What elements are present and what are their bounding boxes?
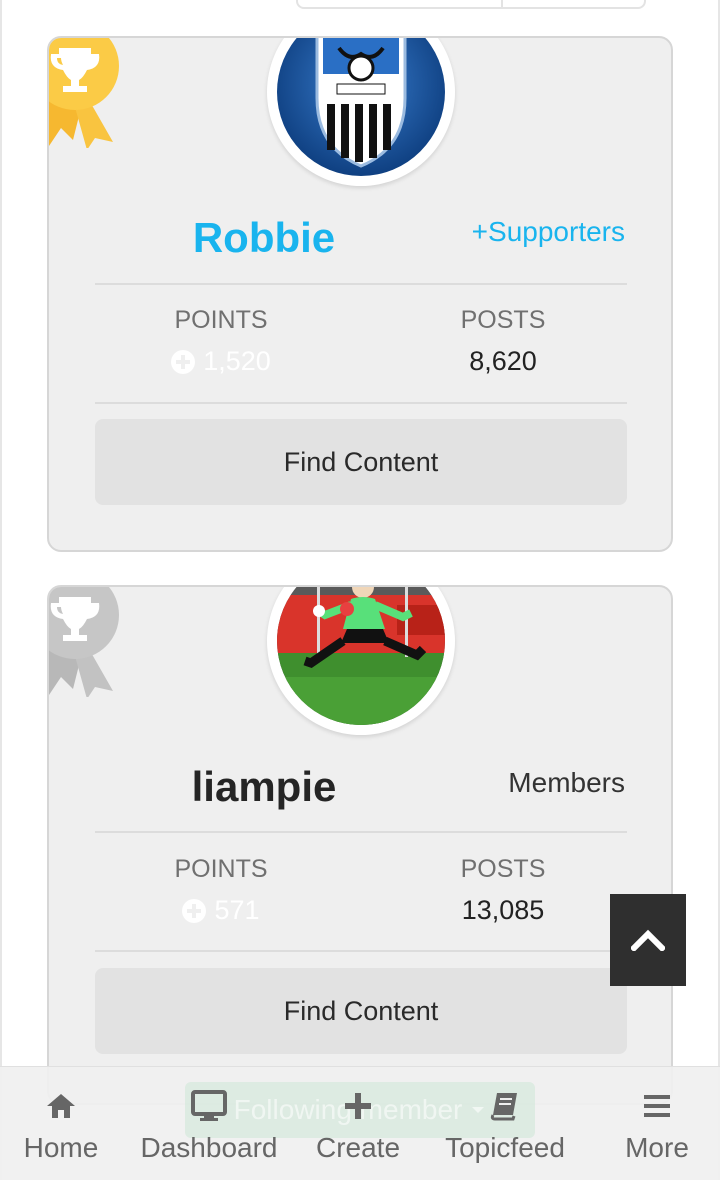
- nav-create[interactable]: Create: [310, 1090, 406, 1164]
- find-content-button[interactable]: Find Content: [95, 968, 627, 1054]
- member-group: +Supporters: [471, 216, 625, 247]
- divider: [95, 283, 627, 285]
- nav-home[interactable]: Home: [18, 1090, 104, 1164]
- points-number: 1,520: [203, 346, 271, 376]
- points-value: 1,520: [121, 346, 321, 377]
- plus-icon: [345, 1093, 371, 1119]
- chevron-up-icon: [631, 929, 665, 951]
- gold-rank-ribbon-icon: [49, 38, 119, 148]
- silver-rank-ribbon-icon: [49, 587, 119, 697]
- monitor-icon: [191, 1090, 227, 1121]
- top-tab-bar[interactable]: [296, 0, 646, 9]
- member-card: liampie Members POINTS 571 POSTS 13,085 …: [47, 585, 673, 1105]
- plus-circle-icon: [182, 898, 207, 923]
- points-label: POINTS: [174, 855, 268, 883]
- menu-icon: [644, 1095, 670, 1117]
- posts-value: 8,620: [469, 346, 537, 376]
- avatar[interactable]: [267, 38, 455, 186]
- nav-label: Home: [23, 1132, 99, 1163]
- scroll-to-top-button[interactable]: [610, 894, 686, 986]
- posts-value: 13,085: [461, 895, 545, 925]
- nav-label: Dashboard: [140, 1132, 278, 1163]
- member-group: Members: [508, 767, 625, 798]
- divider: [95, 402, 627, 404]
- nav-label: Create: [315, 1132, 401, 1163]
- nav-label: Topicfeed: [445, 1132, 565, 1163]
- posts-label: POSTS: [460, 855, 546, 883]
- book-icon: [490, 1093, 517, 1121]
- home-icon: [47, 1094, 75, 1118]
- nav-label: More: [625, 1132, 689, 1163]
- avatar[interactable]: [267, 587, 455, 735]
- nav-more[interactable]: More: [618, 1090, 696, 1164]
- goalkeeper-photo-avatar: [277, 587, 445, 725]
- member-username[interactable]: Robbie: [109, 214, 419, 262]
- points-value: 571: [121, 895, 321, 926]
- member-username[interactable]: liampie: [109, 763, 419, 811]
- points-label: POINTS: [174, 306, 268, 334]
- nav-dashboard[interactable]: Dashboard: [132, 1090, 286, 1164]
- points-number: 571: [214, 895, 260, 925]
- divider: [95, 950, 627, 952]
- nav-topicfeed[interactable]: Topicfeed: [434, 1090, 576, 1164]
- club-crest-avatar: [277, 38, 445, 176]
- member-card: Robbie +Supporters POINTS 1,520 POSTS 8,…: [47, 36, 673, 552]
- find-content-button[interactable]: Find Content: [95, 419, 627, 505]
- posts-label: POSTS: [460, 306, 546, 334]
- plus-circle-icon: [171, 349, 196, 374]
- divider: [95, 831, 627, 833]
